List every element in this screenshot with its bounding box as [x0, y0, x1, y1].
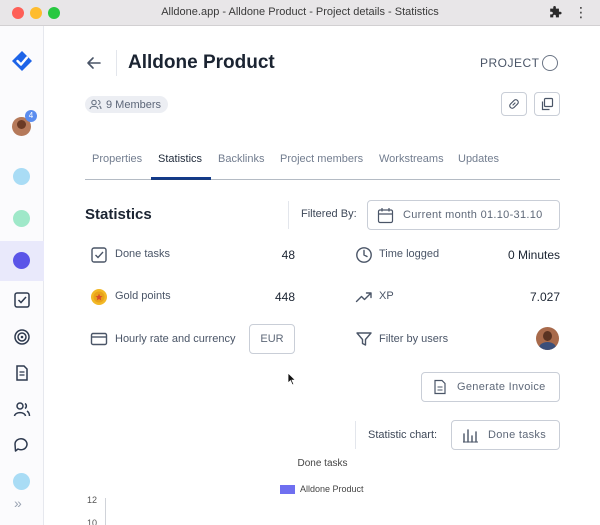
project-status-toggle[interactable]	[542, 55, 558, 71]
tab-project-members[interactable]: Project members	[280, 153, 363, 165]
duplicate-button[interactable]	[534, 92, 560, 116]
tab-workstreams[interactable]: Workstreams	[379, 153, 444, 165]
main-content: Alldone Product PROJECT 9 Members Proper…	[45, 26, 600, 525]
project-type-label: PROJECT	[480, 56, 540, 70]
invoice-icon	[434, 379, 446, 395]
filter-user-avatar[interactable]	[536, 327, 559, 350]
done-tasks-value: 48	[281, 248, 295, 262]
bar-chart-icon	[463, 429, 478, 443]
filter-icon	[356, 332, 372, 346]
chart-title: Done tasks	[297, 458, 348, 469]
notification-badge: 4	[25, 110, 37, 122]
chart-legend[interactable]: Alldone Product	[280, 484, 364, 494]
sidebar-project-3[interactable]	[13, 473, 30, 490]
page-title[interactable]: Alldone Product	[128, 52, 275, 74]
section-title: Statistics	[85, 206, 152, 223]
legend-label: Alldone Product	[300, 484, 364, 494]
chart-y-axis	[105, 498, 106, 525]
sidebar-project-2[interactable]	[13, 210, 30, 227]
hourly-rate-label: Hourly rate and currency	[115, 333, 236, 345]
copy-icon	[541, 97, 554, 111]
credit-card-icon	[90, 332, 108, 346]
generate-invoice-label: Generate Invoice	[457, 381, 546, 393]
done-tasks-icon	[91, 247, 107, 263]
tab-backlinks[interactable]: Backlinks	[218, 153, 264, 165]
expand-sidebar-icon[interactable]: »	[14, 495, 22, 511]
xp-value: 7.027	[529, 290, 560, 304]
filtered-by-label: Filtered By:	[301, 208, 357, 220]
gold-coin-icon	[91, 289, 107, 305]
tab-properties[interactable]: Properties	[92, 153, 142, 165]
members-pill[interactable]: 9 Members	[85, 96, 169, 113]
filter-users-label: Filter by users	[379, 333, 449, 345]
members-icon	[89, 99, 102, 110]
legend-swatch	[280, 484, 295, 494]
time-logged-value: 0 Minutes	[507, 248, 560, 262]
date-range-label: Current month 01.10-31.10	[403, 209, 543, 221]
extensions-icon[interactable]	[548, 6, 562, 20]
tab-updates[interactable]: Updates	[458, 153, 499, 165]
copy-link-button[interactable]	[501, 92, 527, 116]
chart-divider	[355, 421, 356, 449]
notes-icon[interactable]	[13, 364, 31, 382]
sidebar-project-1[interactable]	[13, 168, 30, 185]
statistic-chart-label: Statistic chart:	[368, 429, 438, 441]
date-range-button[interactable]: Current month 01.10-31.10	[367, 200, 560, 230]
tabs-baseline	[85, 179, 560, 180]
currency-button[interactable]: EUR	[249, 324, 295, 354]
generate-invoice-button[interactable]: Generate Invoice	[421, 372, 560, 402]
time-logged-label: Time logged	[379, 248, 440, 260]
chart-type-button[interactable]: Done tasks	[451, 420, 560, 450]
y-tick-label: 12	[87, 495, 98, 505]
window-title: Alldone.app - Alldone Product - Project …	[161, 6, 439, 18]
contacts-icon[interactable]	[13, 400, 31, 418]
header-divider	[116, 50, 117, 76]
back-arrow-icon[interactable]	[85, 54, 103, 72]
more-menu-icon[interactable]: ⋮	[574, 5, 588, 19]
tabs-bar: Properties Statistics Backlinks Project …	[85, 146, 560, 180]
sidebar-project-current[interactable]	[13, 252, 30, 269]
link-icon	[509, 99, 519, 109]
chart-type-label: Done tasks	[488, 429, 547, 441]
window-titlebar: Alldone.app - Alldone Product - Project …	[0, 0, 600, 26]
sidebar: 4 »	[0, 26, 44, 525]
mouse-cursor-icon	[287, 372, 297, 386]
chats-icon[interactable]	[13, 436, 31, 454]
xp-label: XP	[379, 290, 394, 302]
tasks-icon[interactable]	[13, 291, 31, 309]
tab-statistics[interactable]: Statistics	[158, 153, 202, 165]
done-tasks-label: Done tasks	[115, 248, 171, 260]
y-tick-label: 10	[87, 518, 98, 525]
clock-icon	[356, 247, 372, 263]
members-count: 9 Members	[106, 98, 162, 111]
filter-divider	[288, 201, 289, 229]
alldone-logo-icon[interactable]	[11, 50, 33, 72]
gold-points-value: 448	[274, 290, 295, 304]
trending-up-icon	[355, 292, 372, 303]
goals-icon[interactable]	[13, 328, 31, 346]
calendar-icon	[377, 207, 394, 223]
gold-points-label: Gold points	[115, 290, 171, 302]
